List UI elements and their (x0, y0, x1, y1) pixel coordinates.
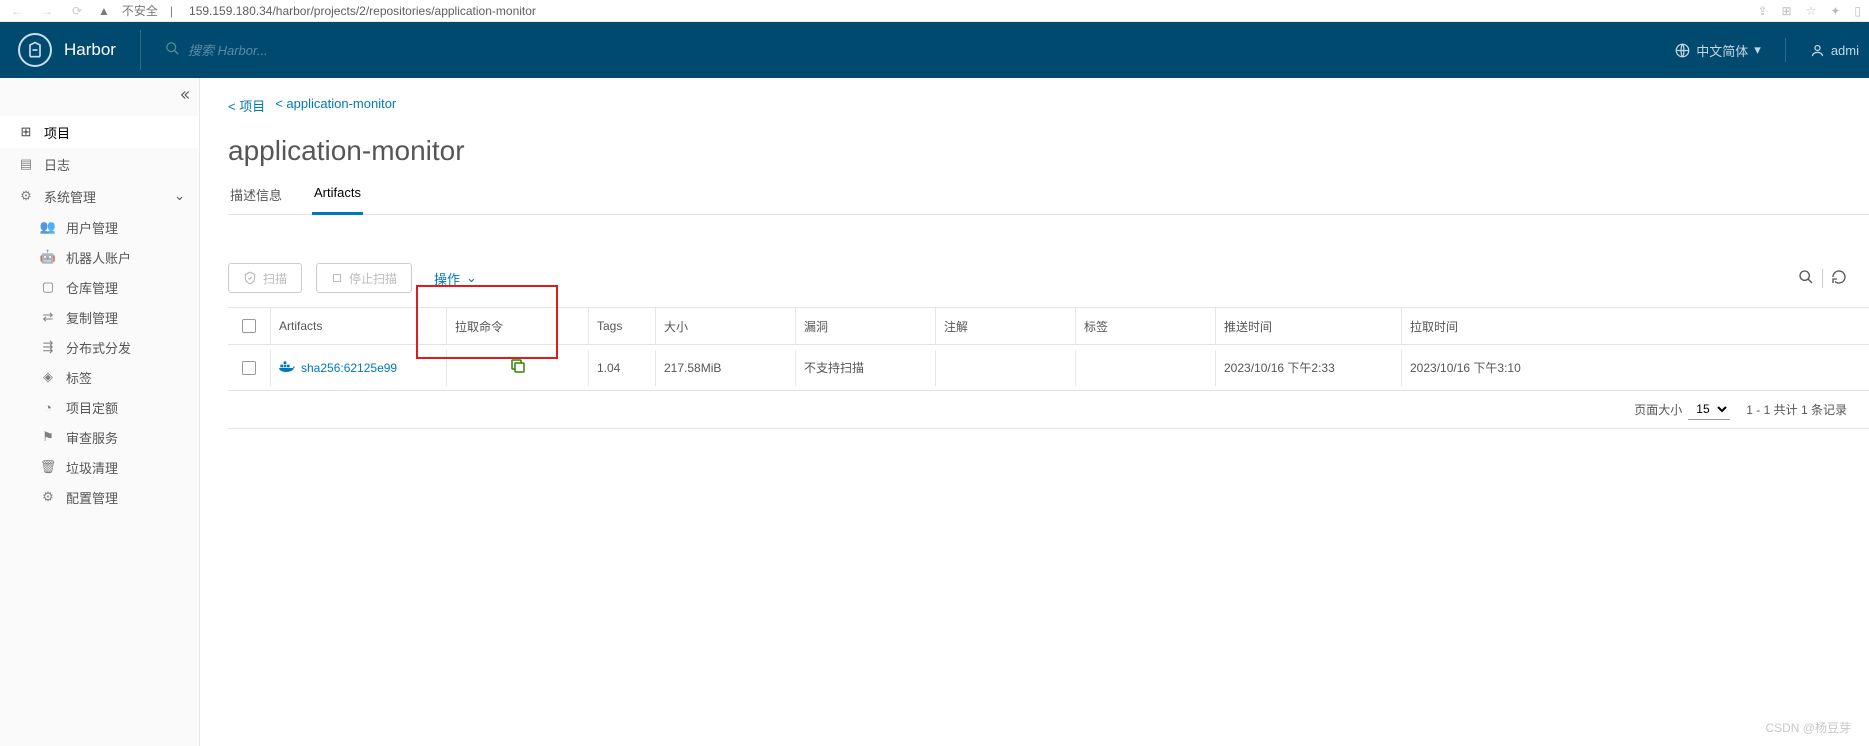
user-menu[interactable]: admi (1810, 43, 1859, 58)
table-row: sha256:62125e99 1.04 217.58MiB 不支持扫描 202… (228, 345, 1869, 391)
project-icon: ⊞ (18, 124, 34, 140)
robot-icon: 🤖 (40, 249, 56, 265)
audit-icon: ⚑ (40, 429, 56, 445)
gear-icon: ⚙ (40, 489, 56, 505)
translate-icon[interactable]: ⊞ (1782, 4, 1792, 18)
sidebar-sub-gc[interactable]: 🗑垃圾清理 (0, 452, 199, 482)
logo-icon (18, 33, 52, 67)
forward-icon[interactable]: → (38, 4, 56, 18)
sidebar-item-label: 日志 (44, 155, 70, 174)
content-area: < 项目 < application-monitor application-m… (200, 78, 1869, 746)
row-checkbox[interactable] (242, 361, 256, 375)
tab-artifacts[interactable]: Artifacts (312, 185, 363, 215)
sidebar-item-projects[interactable]: ⊞ 项目 (0, 116, 199, 148)
trash-icon: 🗑 (40, 459, 56, 475)
app-header: Harbor 中文简体 ▾ admi (0, 22, 1869, 78)
replication-icon: ⇄ (40, 309, 56, 325)
col-tag[interactable]: 标签 (1075, 308, 1215, 344)
col-artifacts[interactable]: Artifacts (270, 308, 446, 344)
sidebar-item-label: 项目 (44, 123, 70, 142)
filter-icon[interactable] (1798, 269, 1814, 288)
chevron-down-icon: ▾ (1754, 42, 1761, 58)
chevron-down-icon: ⌄ (466, 270, 477, 286)
col-size[interactable]: 大小 (655, 308, 795, 344)
sidebar-item-admin[interactable]: ⚙ 系统管理 ⌄ (0, 180, 199, 212)
artifact-link[interactable]: sha256:62125e99 (301, 361, 397, 375)
back-icon[interactable]: ← (8, 4, 26, 18)
col-pull[interactable]: 拉取命令 (446, 308, 588, 344)
watermark: CSDN @杨豆芽 (1765, 719, 1851, 736)
col-label[interactable]: 注解 (935, 308, 1075, 344)
tabs: 描述信息 Artifacts (228, 185, 1869, 215)
sidebar-sub-replication[interactable]: ⇄复制管理 (0, 302, 199, 332)
sidebar-sub-distribution[interactable]: ⇶分布式分发 (0, 332, 199, 362)
page-title: application-monitor (228, 135, 1869, 167)
browser-right-icons: ⇪ ⊞ ☆ ✦ ▯ (1757, 4, 1861, 18)
chevron-down-icon: ⌄ (174, 188, 185, 204)
share-icon[interactable]: ⇪ (1757, 4, 1767, 18)
window-icon[interactable]: ▯ (1854, 4, 1861, 18)
quota-icon: ◔ (40, 400, 56, 415)
language-label: 中文简体 (1696, 41, 1748, 60)
tab-description[interactable]: 描述信息 (228, 185, 284, 214)
users-icon: 👥 (40, 219, 56, 235)
sidebar-item-label: 系统管理 (44, 187, 96, 206)
sidebar-sub-interrogation[interactable]: ⚑审查服务 (0, 422, 199, 452)
breadcrumb: < 项目 < application-monitor (228, 96, 1869, 115)
col-fetch[interactable]: 拉取时间 (1401, 308, 1869, 344)
url-text[interactable]: 159.159.180.34/harbor/projects/2/reposit… (189, 4, 536, 18)
user-label: admi (1831, 43, 1859, 58)
sidebar-sub-labels[interactable]: ◈标签 (0, 362, 199, 392)
col-vuln[interactable]: 漏洞 (795, 308, 935, 344)
sidebar-sub-robot[interactable]: 🤖机器人账户 (0, 242, 199, 272)
pagination: 页面大小 15 1 - 1 共计 1 条记录 (228, 391, 1869, 429)
admin-icon: ⚙ (18, 188, 34, 204)
sidebar-sub-users[interactable]: 👥用户管理 (0, 212, 199, 242)
table-header: Artifacts 拉取命令 Tags 大小 漏洞 注解 标签 推送时间 拉取时… (228, 308, 1869, 345)
copy-icon[interactable] (509, 357, 527, 378)
reload-icon[interactable]: ⟳ (68, 4, 86, 18)
breadcrumb-project[interactable]: < 项目 (228, 96, 265, 115)
page-size-label: 页面大小 (1634, 401, 1682, 418)
label-icon: ◈ (40, 369, 56, 385)
scan-button[interactable]: 扫描 (228, 263, 302, 293)
stop-scan-button[interactable]: 停止扫描 (316, 263, 412, 293)
docker-icon (279, 359, 295, 376)
sidebar: ⊞ 项目 ▤ 日志 ⚙ 系统管理 ⌄ 👥用户管理 🤖机器人账户 ▢仓库管理 ⇄复… (0, 78, 200, 746)
browser-bar: ← → ⟳ ▲ 不安全 | 159.159.180.34/harbor/proj… (0, 0, 1869, 22)
col-push[interactable]: 推送时间 (1215, 308, 1401, 344)
page-size-select[interactable]: 15 (1688, 399, 1730, 420)
sidebar-sub-config[interactable]: ⚙配置管理 (0, 482, 199, 512)
sidebar-sub-registry[interactable]: ▢仓库管理 (0, 272, 199, 302)
toolbar: 扫描 停止扫描 操作 ⌄ (228, 263, 1869, 293)
select-all-checkbox[interactable] (242, 319, 256, 333)
warning-icon: ▲ (98, 4, 110, 18)
sidebar-item-logs[interactable]: ▤ 日志 (0, 148, 199, 180)
col-tags[interactable]: Tags (588, 308, 655, 344)
refresh-icon[interactable] (1831, 269, 1847, 288)
extension-icon[interactable]: ✦ (1830, 4, 1840, 18)
star-icon[interactable]: ☆ (1806, 4, 1817, 18)
brand-name: Harbor (64, 40, 116, 60)
log-icon: ▤ (18, 156, 34, 172)
breadcrumb-repo[interactable]: < application-monitor (275, 96, 396, 115)
registry-icon: ▢ (40, 279, 56, 295)
action-dropdown[interactable]: 操作 ⌄ (434, 269, 477, 288)
search-icon (165, 41, 180, 59)
language-selector[interactable]: 中文简体 ▾ (1675, 41, 1761, 60)
search-input[interactable] (188, 43, 488, 58)
pagination-summary: 1 - 1 共计 1 条记录 (1746, 401, 1847, 418)
sidebar-sub-quota[interactable]: ◔项目定额 (0, 392, 199, 422)
distribution-icon: ⇶ (40, 339, 56, 355)
collapse-icon[interactable] (177, 88, 191, 105)
artifacts-table: Artifacts 拉取命令 Tags 大小 漏洞 注解 标签 推送时间 拉取时… (228, 307, 1869, 391)
security-label: 不安全 (122, 2, 158, 19)
